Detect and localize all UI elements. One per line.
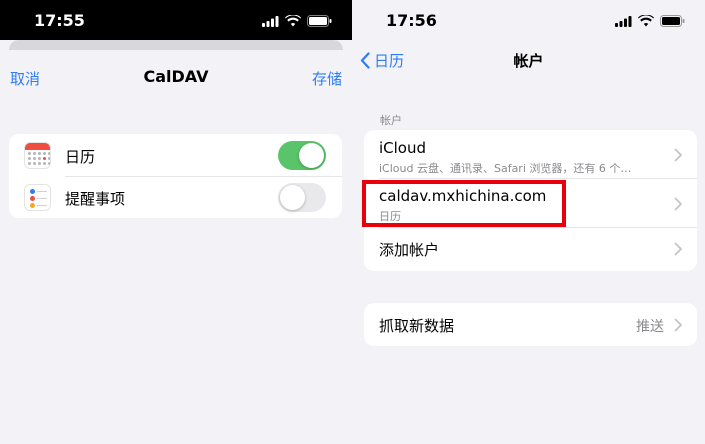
wifi-icon (285, 15, 301, 27)
fetch-new-data-label: 抓取新数据 (379, 317, 455, 335)
reminders-label: 提醒事项 (65, 190, 126, 208)
chevron-right-icon (674, 148, 682, 162)
chevron-right-icon (674, 197, 682, 211)
chevron-right-icon (674, 318, 682, 332)
highlight-box (362, 180, 566, 227)
save-button[interactable]: 存储 (312, 68, 342, 89)
wifi-icon (638, 15, 654, 27)
reminders-row: 提醒事项 (9, 176, 342, 218)
calendar-toggle[interactable] (278, 141, 326, 170)
status-time: 17:55 (34, 11, 85, 30)
calendar-label: 日历 (65, 148, 96, 166)
cellular-signal-icon (615, 15, 632, 27)
add-account-label: 添加帐户 (379, 241, 440, 259)
section-label: 帐户 (380, 114, 402, 127)
caldav-sheet: 取消 CalDAV 存储 日历 提醒事项 (0, 50, 352, 444)
account-title: iCloud (379, 139, 427, 157)
account-subtitle: iCloud 云盘、通讯录、Safari 浏览器，还有 6 个… (379, 162, 632, 175)
battery-icon (660, 15, 685, 27)
fetch-new-data-group: 抓取新数据 推送 (364, 303, 697, 346)
sheet-title: CalDAV (143, 67, 209, 86)
cellular-signal-icon (262, 15, 279, 27)
reminders-icon (24, 184, 51, 211)
account-row-icloud[interactable]: iCloud iCloud 云盘、通讯录、Safari 浏览器，还有 6 个… (364, 130, 697, 178)
battery-icon (307, 15, 332, 27)
status-time: 17:56 (386, 11, 437, 30)
fetch-new-data-row[interactable]: 抓取新数据 推送 (364, 303, 697, 346)
reminders-toggle[interactable] (278, 183, 326, 212)
calendar-icon (24, 142, 51, 169)
caldav-settings-panel: 17:55 取消 CalDAV 存储 日历 提醒事项 (0, 0, 352, 444)
page-title: 帐户 (513, 52, 544, 70)
add-account-row[interactable]: 添加帐户 (364, 227, 697, 271)
chevron-right-icon (674, 242, 682, 256)
status-bar: 17:55 (0, 0, 352, 40)
sheet-header: 取消 CalDAV 存储 (0, 50, 352, 102)
fetch-mode-value: 推送 (636, 319, 664, 335)
status-bar: 17:56 (352, 0, 705, 40)
calendar-row: 日历 (9, 134, 342, 176)
sync-options-group: 日历 提醒事项 (9, 134, 342, 218)
